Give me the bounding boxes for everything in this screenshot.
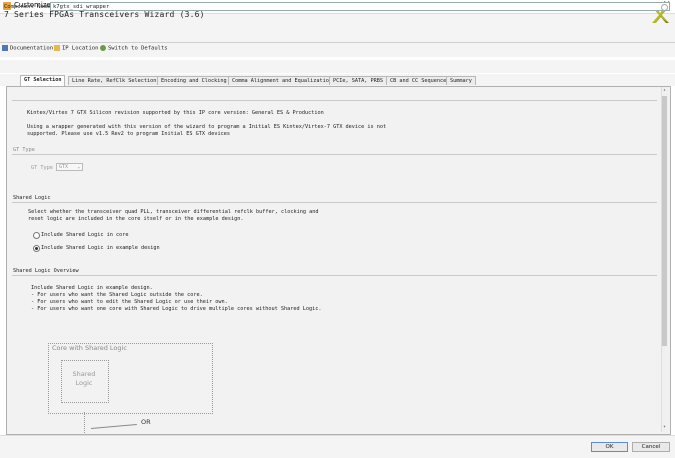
wrapper-note-line-2: supported. Please use v1.5 Rev2 to progr… [27, 131, 231, 137]
shared-logic-desc-1: Select whether the transceiver quad PLL,… [28, 209, 319, 215]
silicon-note: Kintex/Virtex 7 GTX Silicon revision sup… [27, 110, 324, 116]
radio-shared-logic-example[interactable] [33, 245, 40, 252]
diagram-or-label: OR [141, 418, 151, 426]
overview-line-2: - For users who want the Shared Logic ou… [31, 292, 203, 298]
switch-defaults-button[interactable]: Switch to Defaults [100, 45, 168, 52]
tab-encoding-clocking[interactable]: Encoding and Clocking [157, 76, 231, 85]
scroll-down-icon[interactable]: ▾ [662, 425, 667, 430]
separator [12, 154, 657, 155]
toolbar: Documentation IP Location Switch to Defa… [0, 43, 675, 57]
gt-type-section-title: GT Type [13, 147, 35, 153]
radio-shared-logic-example-label[interactable]: Include Shared Logic in example design [41, 245, 160, 251]
overview-line-1: Include Shared Logic in example design. [31, 285, 153, 291]
gt-type-label: GT Type [31, 165, 53, 171]
diagram-connector [84, 412, 85, 433]
chevron-down-icon: ▾ [77, 165, 80, 170]
gt-type-select[interactable]: GTX ▾ [56, 163, 83, 171]
separator [12, 202, 657, 203]
shared-logic-desc-2: reset logic are included in the core its… [28, 216, 244, 222]
tab-bar: GT Selection Line Rate, RefClk Selection… [0, 74, 675, 86]
tab-line-rate[interactable]: Line Rate, RefClk Selection [68, 76, 161, 85]
component-name-label: Component Name [4, 4, 51, 10]
refresh-icon [100, 45, 106, 51]
wizard-title: 7 Series FPGAs Transceivers Wizard (3.6) [4, 10, 205, 19]
tab-pcie-sata-prbs[interactable]: PCIe, SATA, PRBS [329, 76, 387, 85]
wrapper-note-line-1: Using a wrapper generated with this vers… [27, 124, 387, 130]
shared-logic-box-label: Shared Logic [72, 370, 96, 387]
separator [12, 275, 657, 276]
folder-icon [54, 45, 60, 51]
radio-shared-logic-core[interactable] [33, 232, 40, 239]
ip-location-button[interactable]: IP Location [54, 45, 98, 52]
documentation-button[interactable]: Documentation [2, 45, 53, 52]
component-name-input[interactable]: k7gtx_sdi_wrapper [50, 2, 670, 11]
dialog-footer [0, 435, 675, 458]
overview-section-title: Shared Logic Overview [13, 268, 79, 274]
separator [12, 100, 657, 101]
component-name-row [0, 60, 675, 73]
overview-line-4: - For users who want one core with Share… [31, 306, 322, 312]
tab-cb-cc-sequence[interactable]: CB and CC Sequence [386, 76, 451, 85]
ok-button[interactable]: OK [591, 442, 628, 452]
scroll-up-icon[interactable]: ▴ [662, 88, 667, 93]
tab-comma-alignment[interactable]: Comma Alignment and Equalization [228, 76, 336, 85]
shared-logic-section-title: Shared Logic [13, 195, 51, 201]
clear-icon[interactable] [661, 4, 668, 11]
radio-shared-logic-core-label[interactable]: Include Shared Logic in core [41, 232, 128, 238]
core-with-shared-logic-label: Core with Shared Logic [52, 344, 127, 352]
tab-gt-selection[interactable]: GT Selection [20, 75, 66, 86]
cancel-button[interactable]: Cancel [632, 442, 670, 452]
scrollbar-thumb[interactable] [662, 96, 667, 346]
tab-summary[interactable]: Summary [446, 76, 476, 85]
book-icon [2, 45, 8, 51]
overview-line-3: - For users who want to edit the Shared … [31, 299, 228, 305]
